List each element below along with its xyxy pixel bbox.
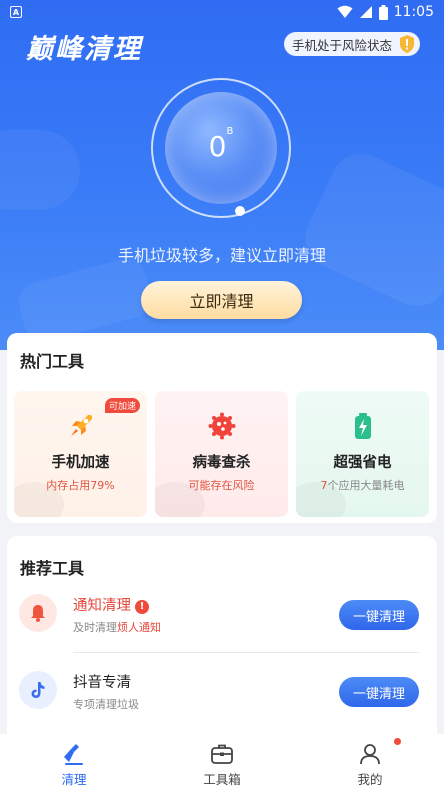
nav-label: 工具箱 <box>203 772 241 787</box>
risk-status-text: 手机处于风险状态 <box>291 37 392 53</box>
tool-name: 超强省电 <box>333 455 392 471</box>
tool-status: 内存占用79% <box>46 479 115 492</box>
shield-warning-icon <box>400 35 414 53</box>
divider <box>73 652 419 653</box>
list-item-subtitle: 专项清理垃圾 <box>73 698 139 711</box>
notification-dot <box>394 738 401 745</box>
list-item-title: 抖音专清 <box>73 675 131 691</box>
battery-icon <box>355 413 371 439</box>
wifi-icon <box>337 5 353 18</box>
list-item-notification-clean[interactable]: 通知清理! 及时清理烦人通知 一键清理 <box>7 586 437 646</box>
junk-size-value: 0B <box>208 125 234 163</box>
tool-power-saving[interactable]: 超强省电 7个应用大量耗电 <box>296 391 429 517</box>
risk-status-pill[interactable]: 手机处于风险状态 <box>283 32 420 56</box>
one-click-clean-button[interactable]: 一键清理 <box>339 677 419 707</box>
nav-label: 我的 <box>357 772 383 787</box>
header-hero: A 11:05 巅峰清理 手机处于风险状态 0B 手机垃圾较多，建议立即清理 立… <box>0 0 444 350</box>
section-title-hot-tools: 热门工具 <box>20 348 84 374</box>
hot-tools-card: 热门工具 手机加速 内存占用79% 病毒查杀 可能存在风险 超强省电 7个应用大… <box>7 333 437 523</box>
decoration <box>295 143 444 317</box>
tool-name: 手机加速 <box>51 455 110 471</box>
nav-tab-toolbox[interactable]: 工具箱 <box>148 734 296 788</box>
boost-available-badge: 可加速 <box>105 398 141 413</box>
tool-virus-scan[interactable]: 病毒查杀 可能存在风险 <box>155 391 288 517</box>
gauge-indicator-dot <box>235 206 245 216</box>
bell-icon <box>31 605 45 622</box>
signal-icon <box>359 6 372 18</box>
nav-label: 清理 <box>61 772 87 787</box>
rocket-icon <box>71 414 93 436</box>
tool-status: 可能存在风险 <box>188 479 255 492</box>
tool-status: 7个应用大量耗电 <box>320 479 405 492</box>
recommended-tools-card: 推荐工具 通知清理! 及时清理烦人通知 一键清理 抖音专清 专项清理垃圾 一键清… <box>7 536 437 756</box>
list-item-douyin-clean[interactable]: 抖音专清 专项清理垃圾 一键清理 <box>7 663 437 723</box>
nav-tab-me[interactable]: 我的 <box>296 734 444 788</box>
toolbox-icon <box>211 744 233 764</box>
list-item-title: 通知清理! <box>73 594 149 615</box>
nav-tab-clean[interactable]: 清理 <box>0 734 148 788</box>
tiktok-icon <box>31 682 45 698</box>
tool-name: 病毒查杀 <box>192 455 251 471</box>
clock: 11:05 <box>393 4 434 20</box>
list-item-subtitle: 及时清理烦人通知 <box>73 621 161 634</box>
battery-status-icon <box>378 4 388 20</box>
broom-icon <box>64 744 83 765</box>
bottom-nav: 清理 工具箱 我的 <box>0 734 444 788</box>
app-title: 巅峰清理 <box>26 34 142 65</box>
notification-icon: A <box>10 6 22 18</box>
section-title-recommended: 推荐工具 <box>20 559 85 578</box>
decoration <box>0 130 80 210</box>
one-click-clean-button[interactable]: 一键清理 <box>339 600 419 630</box>
junk-size-unit: B <box>226 125 234 137</box>
clean-hint: 手机垃圾较多，建议立即清理 <box>117 246 326 265</box>
warning-icon: ! <box>135 599 149 614</box>
user-icon <box>360 744 380 765</box>
virus-icon <box>208 412 236 440</box>
clean-now-button[interactable]: 立即清理 <box>141 281 302 319</box>
status-bar: A 11:05 <box>0 0 444 24</box>
